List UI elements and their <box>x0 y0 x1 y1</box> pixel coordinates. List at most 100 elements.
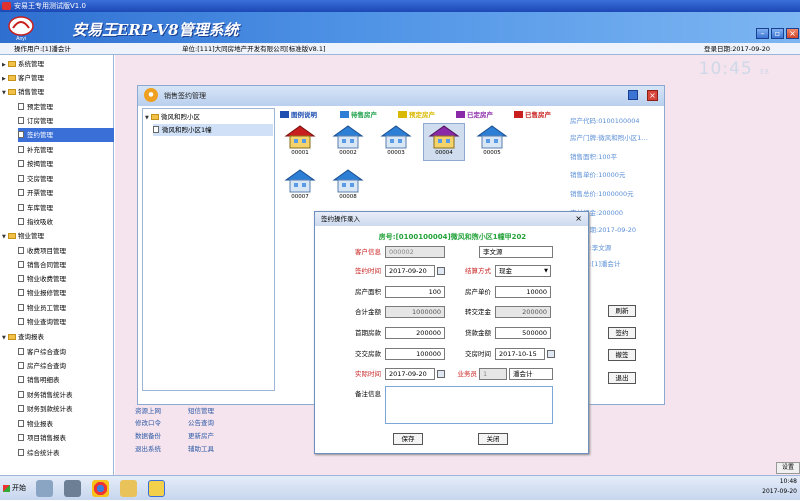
house-tile[interactable]: 00003 <box>376 124 416 160</box>
erp-app-icon[interactable] <box>148 480 165 497</box>
pay-method-select[interactable]: 现金 ▼ <box>495 265 551 277</box>
sidebar-item-supplement[interactable]: 补充管理 <box>18 143 53 157</box>
sidebar-item-property-report[interactable]: 物业报表 <box>18 417 53 431</box>
app-icon-1[interactable] <box>36 480 53 497</box>
loan-field[interactable]: 500000 <box>495 327 551 339</box>
deposit-field[interactable]: 200000 <box>495 306 551 318</box>
sidebar-item-booking[interactable]: 订房管理 <box>18 114 53 128</box>
calendar-icon[interactable] <box>547 350 555 358</box>
remark-textarea[interactable] <box>385 386 553 424</box>
actual-time-label: 实际时间 <box>355 370 381 378</box>
chrome-icon[interactable] <box>92 480 109 497</box>
total-field[interactable]: 1000000 <box>385 306 445 318</box>
refresh-button[interactable]: 刷新 <box>608 305 636 317</box>
sidebar-item-property-query[interactable]: 物业查询管理 <box>18 315 66 329</box>
tree-node-community[interactable]: ▼ 微风和煦小区 <box>145 111 200 123</box>
exit-button[interactable]: 退出 <box>608 372 636 384</box>
close-entry-button[interactable]: 关闭 <box>478 433 508 445</box>
sidebar-item-fee-items[interactable]: 收费项目管理 <box>18 244 66 258</box>
logo-text: Anyi <box>16 36 26 42</box>
dialog-title-bar: ● 销售签约管理 × <box>138 86 664 106</box>
house-tile[interactable]: 00008 <box>328 168 368 204</box>
link-tools[interactable]: 辅助工具 <box>188 444 214 454</box>
sidebar-item-house-query[interactable]: 房产综合查询 <box>18 359 66 373</box>
house-code: 00002 <box>339 150 357 156</box>
dialog-minimize-button[interactable] <box>628 90 638 100</box>
sidebar-item-fingerprint[interactable]: 指纹吸收 <box>18 215 53 229</box>
sidebar-item-customer-query[interactable]: 客户综合查询 <box>18 345 66 359</box>
sidebar-item-repair[interactable]: 物业报修管理 <box>18 286 66 300</box>
link-sms[interactable]: 短信管理 <box>188 406 214 416</box>
folder-icon[interactable] <box>120 480 137 497</box>
link-notice[interactable]: 公告查询 <box>188 418 214 428</box>
tree-node-building[interactable]: 微风和煦小区1幢 <box>153 124 273 136</box>
sidebar-item-customer[interactable]: ▶ 客户管理 <box>2 71 44 85</box>
save-button[interactable]: 保存 <box>393 433 423 445</box>
calendar-icon[interactable] <box>437 267 445 275</box>
house-tile[interactable]: 00005 <box>472 124 512 160</box>
cancel-sign-button[interactable]: 撤签 <box>608 349 636 361</box>
info-code: 房产代码:0100100004 <box>570 117 640 125</box>
entry-dialog-title: 签约操作录入 <box>321 215 360 223</box>
sidebar-item-reserve[interactable]: 预定管理 <box>18 100 53 114</box>
sign-time-field[interactable]: 2017-09-20 <box>385 265 435 277</box>
sidebar-item-sales[interactable]: ▼ 销售管理 <box>2 85 44 99</box>
sidebar-item-finance-sales[interactable]: 财务销售统计表 <box>18 388 73 402</box>
link-change-password[interactable]: 修改口令 <box>135 418 161 428</box>
contract-entry-dialog: 签约操作录入 × 房号:[0100100004]微风和煦小区1幢甲202 客户信… <box>314 211 589 454</box>
unit-price-field[interactable]: 10000 <box>495 286 551 298</box>
entry-dialog-close-icon[interactable]: × <box>575 212 582 226</box>
actual-time-field[interactable]: 2017-09-20 <box>385 368 435 380</box>
sidebar-item-invoice[interactable]: 开票管理 <box>18 186 53 200</box>
house-code: 00008 <box>339 194 357 200</box>
dialog-icon: ● <box>144 88 158 102</box>
house-tile[interactable]: 00001 <box>280 124 320 160</box>
first-pay-field[interactable]: 200000 <box>385 327 445 339</box>
sidebar-item-contract[interactable]: 签约管理 <box>18 128 114 142</box>
sidebar-item-summary[interactable]: 综合统计表 <box>18 446 60 460</box>
link-resource[interactable]: 资源上网 <box>135 406 161 416</box>
customer-code-field[interactable]: 000002 <box>385 246 445 258</box>
house-tile-selected[interactable]: 00004 <box>423 123 465 161</box>
sidebar-item-garage[interactable]: 车库管理 <box>18 201 53 215</box>
restore-button[interactable]: ▫ <box>771 28 784 39</box>
house-tile[interactable]: 00007 <box>280 168 320 204</box>
pay-method-label: 结算方式 <box>465 267 491 275</box>
start-button[interactable]: 开始 <box>0 476 32 501</box>
house-tile[interactable]: 00002 <box>328 124 368 160</box>
dialog-close-button[interactable]: × <box>647 90 658 101</box>
info-total: 销售总价:1000000元 <box>570 190 634 198</box>
sidebar-item-project-report[interactable]: 项目销售报表 <box>18 431 66 445</box>
sidebar-item-fee-collect[interactable]: 物业收费管理 <box>18 272 66 286</box>
deposit-label: 转交定金 <box>465 308 491 316</box>
settings-button[interactable]: 设置 <box>776 462 800 474</box>
system-tray: 10:48 2017-09-20 <box>737 477 797 500</box>
sidebar-item-reports[interactable]: ▼ 查询报表 <box>2 330 44 344</box>
total-label: 合计金额 <box>355 308 381 316</box>
link-exit[interactable]: 退出系统 <box>135 444 161 454</box>
salesman-name-field[interactable]: 潘会计 <box>509 368 553 380</box>
sign-button[interactable]: 签约 <box>608 327 636 339</box>
sidebar-item-sales-contract[interactable]: 销售合同管理 <box>18 258 66 272</box>
minimize-button[interactable]: – <box>756 28 769 39</box>
salesman-code-field[interactable]: 1 <box>479 368 507 380</box>
sidebar-item-finance-payment[interactable]: 财务到款统计表 <box>18 402 73 416</box>
close-window-button[interactable]: × <box>786 28 799 39</box>
computer-icon[interactable] <box>64 480 81 497</box>
handover-field[interactable]: 100000 <box>385 348 445 360</box>
link-update-house[interactable]: 更新房产 <box>188 431 214 441</box>
sidebar: ▶ 系统管理 ▶ 客户管理 ▼ 销售管理 预定管理 订房管理 签约管理 补充管理 按揭… <box>0 55 114 475</box>
handover-date-field[interactable]: 2017-10-15 <box>495 348 545 360</box>
customer-name-field[interactable]: 李文源 <box>479 246 553 258</box>
first-pay-label: 首期房款 <box>355 329 381 337</box>
sidebar-item-mortgage[interactable]: 按揭管理 <box>18 157 53 171</box>
sidebar-item-property[interactable]: ▼ 物业管理 <box>2 229 44 243</box>
link-backup[interactable]: 数据备份 <box>135 431 161 441</box>
sidebar-item-staff[interactable]: 物业员工管理 <box>18 301 66 315</box>
sidebar-item-handover[interactable]: 交房管理 <box>18 172 53 186</box>
area-field[interactable]: 100 <box>385 286 445 298</box>
window-title: 安易王专用测试版V1.0 <box>14 2 86 10</box>
sidebar-item-sales-detail[interactable]: 销售明细表 <box>18 373 60 387</box>
sidebar-item-system[interactable]: ▶ 系统管理 <box>2 57 44 71</box>
area-label: 房产面积 <box>355 288 381 296</box>
